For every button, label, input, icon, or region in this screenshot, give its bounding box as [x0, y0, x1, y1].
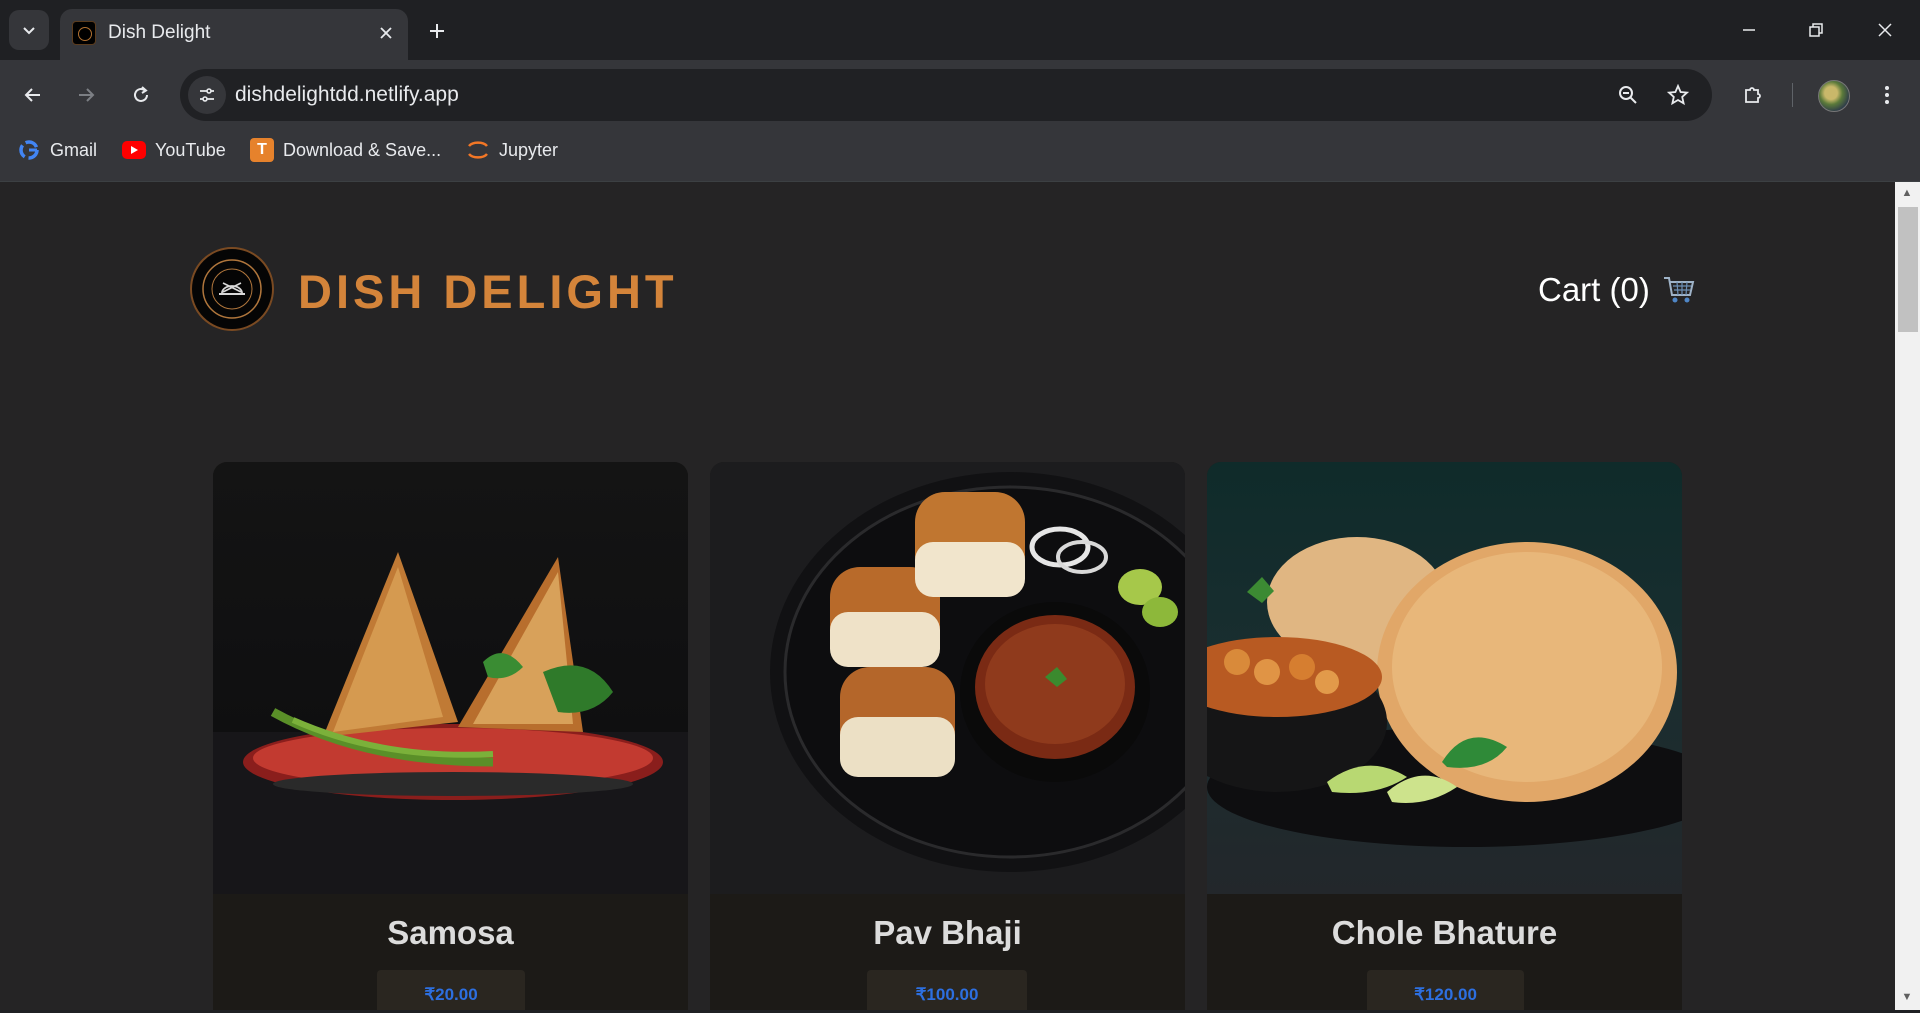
dish-logo-icon: [202, 259, 262, 319]
arrow-right-icon: [79, 88, 95, 102]
toolbar-separator: [1792, 83, 1793, 107]
bookmark-label: Download & Save...: [283, 139, 442, 160]
tab-strip: Dish Delight: [0, 0, 1920, 60]
scroll-up-arrow-icon[interactable]: ▲: [1900, 186, 1914, 200]
chole-bhature-image: [1207, 462, 1682, 894]
minimize-button[interactable]: [1722, 6, 1776, 54]
site-logo[interactable]: [190, 247, 274, 331]
puzzle-icon: [1745, 87, 1761, 103]
star-icon: [1667, 84, 1689, 106]
scrollbar-thumb[interactable]: [1898, 207, 1918, 332]
bookmark-jupyter[interactable]: Jupyter: [466, 134, 558, 166]
forward-button[interactable]: [66, 75, 106, 115]
tab-close-button[interactable]: [374, 21, 398, 45]
close-icon: [1878, 23, 1892, 37]
reload-icon: [134, 86, 148, 102]
arrow-left-icon: [24, 88, 40, 102]
samosa-image: [213, 462, 688, 894]
pav-bhaji-image: [710, 462, 1185, 894]
bookmark-label: Jupyter: [499, 139, 559, 160]
download-save-icon: T: [250, 138, 274, 162]
bookmark-star-button[interactable]: [1662, 79, 1694, 111]
bookmark-gmail[interactable]: Gmail: [17, 134, 97, 166]
site-info-button[interactable]: [188, 76, 226, 114]
minimize-icon: [1743, 29, 1755, 31]
close-window-button[interactable]: [1858, 6, 1912, 54]
product-card-samosa[interactable]: Samosa ₹20.00: [213, 462, 688, 1010]
restore-icon: [1809, 23, 1823, 37]
bookmark-youtube[interactable]: YouTube: [122, 134, 226, 166]
close-icon: [380, 27, 392, 39]
cart-link[interactable]: Cart (0): [1538, 271, 1696, 309]
youtube-icon: [122, 141, 146, 159]
profile-avatar[interactable]: [1818, 80, 1850, 112]
tab-search-button[interactable]: [9, 10, 49, 50]
shopping-cart-icon: [1663, 277, 1695, 303]
product-card-pav-bhaji[interactable]: Pav Bhaji ₹100.00: [710, 462, 1185, 1010]
site-favicon-icon: [72, 21, 96, 45]
reload-button[interactable]: [121, 75, 161, 115]
bookmark-download-save[interactable]: T Download & Save...: [250, 134, 441, 166]
browser-toolbar: dishdelightdd.netlify.app: [0, 60, 1920, 188]
product-name: Pav Bhaji: [873, 914, 1022, 951]
product-price[interactable]: ₹20.00: [377, 970, 525, 1010]
chevron-down-icon: [23, 27, 35, 35]
bookmark-label: YouTube: [155, 139, 226, 160]
restore-button[interactable]: [1789, 6, 1843, 54]
product-price[interactable]: ₹120.00: [1367, 970, 1524, 1010]
more-vert-icon: [1885, 86, 1889, 104]
url-text: dishdelightdd.netlify.app: [235, 83, 459, 106]
zoom-icon: [1619, 86, 1637, 104]
zoom-button[interactable]: [1612, 79, 1644, 111]
page-viewport: DISH DELIGHT Cart (0) Samosa ₹20.00 Pav …: [0, 182, 1895, 1010]
product-name: Samosa: [387, 914, 514, 951]
scroll-down-arrow-icon[interactable]: ▼: [1900, 990, 1914, 1004]
back-button[interactable]: [13, 75, 53, 115]
address-bar[interactable]: dishdelightdd.netlify.app: [180, 69, 1712, 121]
new-tab-button[interactable]: [420, 14, 454, 48]
product-price[interactable]: ₹100.00: [867, 970, 1027, 1010]
active-tab[interactable]: Dish Delight: [60, 9, 408, 60]
product-card-chole-bhature[interactable]: Chole Bhature ₹120.00: [1207, 462, 1682, 1010]
google-icon: [17, 138, 41, 162]
plus-icon: [430, 24, 444, 38]
product-name: Chole Bhature: [1331, 914, 1558, 951]
brand-title[interactable]: DISH DELIGHT: [298, 264, 678, 319]
browser-menu-button[interactable]: [1867, 75, 1907, 115]
tune-icon: [200, 88, 214, 102]
jupyter-icon: [466, 138, 490, 162]
extensions-button[interactable]: [1733, 75, 1773, 115]
cart-label: Cart (0): [1538, 271, 1650, 308]
tab-title: Dish Delight: [108, 22, 211, 43]
bookmark-label: Gmail: [50, 139, 98, 160]
